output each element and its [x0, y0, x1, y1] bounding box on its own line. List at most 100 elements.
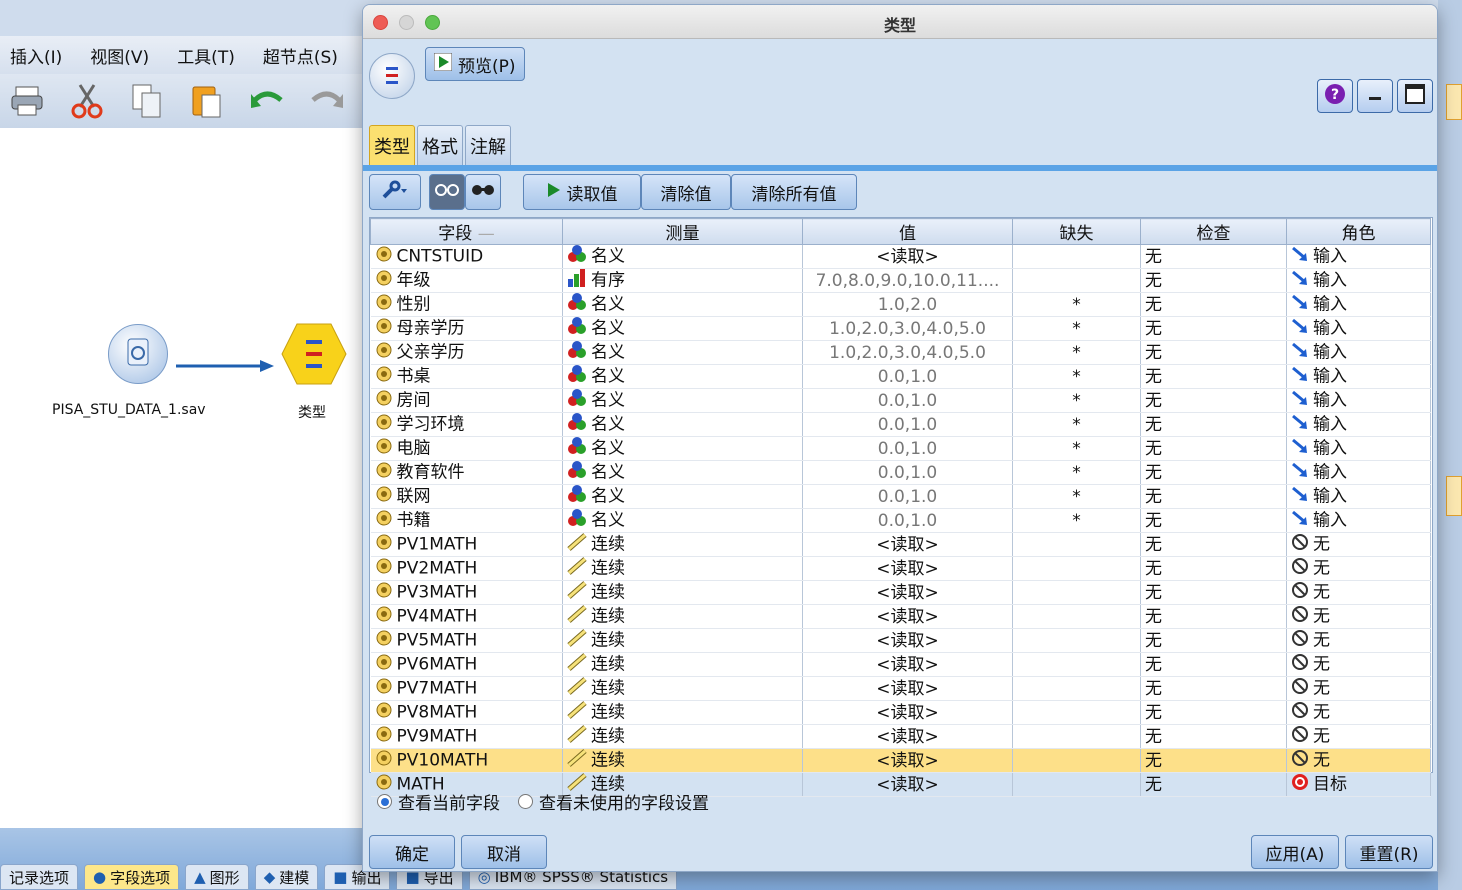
table-row[interactable]: 教育软件 名义 0.0,1.0 * 无输入: [370, 460, 1431, 485]
cell-measure[interactable]: 连续: [562, 556, 803, 581]
menu-tools[interactable]: 工具(T): [177, 43, 235, 68]
cell-missing[interactable]: [1012, 244, 1141, 269]
cell-measure[interactable]: 连续: [562, 700, 803, 725]
read-values-button[interactable]: 读取值: [523, 174, 641, 210]
table-row[interactable]: 书籍 名义 0.0,1.0 * 无输入: [370, 508, 1431, 533]
tab-format[interactable]: 格式: [417, 125, 463, 165]
cell-measure[interactable]: 名义: [562, 412, 803, 437]
cell-role[interactable]: 输入: [1286, 508, 1431, 533]
cell-role[interactable]: 输入: [1286, 460, 1431, 485]
cell-missing[interactable]: [1012, 748, 1141, 773]
cell-role[interactable]: 无: [1286, 748, 1431, 773]
cell-field[interactable]: PV1MATH: [370, 532, 563, 557]
cell-missing[interactable]: *: [1012, 292, 1141, 317]
menu-supernode[interactable]: 超节点(S): [263, 43, 338, 68]
cell-role[interactable]: 无: [1286, 580, 1431, 605]
cell-missing[interactable]: [1012, 676, 1141, 701]
menu-insert[interactable]: 插入(I): [10, 43, 62, 68]
preview-button[interactable]: 预览(P): [425, 47, 525, 81]
cell-measure[interactable]: 连续: [562, 724, 803, 749]
cell-role[interactable]: 输入: [1286, 340, 1431, 365]
cell-field[interactable]: PV3MATH: [370, 580, 563, 605]
clear-values-button[interactable]: 清除值: [641, 174, 731, 210]
type-table-container[interactable]: 字段 — 测量 值 缺失 检查 角色 CNTSTUID 名义 <读取> 无输入 年级 有序…: [369, 217, 1433, 797]
cell-missing[interactable]: [1012, 772, 1141, 797]
cell-values[interactable]: <读取>: [802, 724, 1013, 749]
cell-values[interactable]: <读取>: [802, 700, 1013, 725]
cell-measure[interactable]: 名义: [562, 244, 803, 269]
cell-role[interactable]: 输入: [1286, 316, 1431, 341]
cell-missing[interactable]: *: [1012, 316, 1141, 341]
cell-missing[interactable]: *: [1012, 508, 1141, 533]
print-icon[interactable]: [8, 82, 46, 120]
cell-missing[interactable]: *: [1012, 364, 1141, 389]
cell-check[interactable]: 无: [1140, 508, 1287, 533]
cell-role[interactable]: 输入: [1286, 388, 1431, 413]
cell-missing[interactable]: [1012, 532, 1141, 557]
cell-role[interactable]: 输入: [1286, 484, 1431, 509]
view-unused-fields-radio[interactable]: 查看未使用的字段设置: [518, 789, 709, 814]
cell-check[interactable]: 无: [1140, 772, 1287, 797]
show-fields-toggle[interactable]: [429, 174, 465, 210]
cell-check[interactable]: 无: [1140, 268, 1287, 293]
cell-measure[interactable]: 有序: [562, 268, 803, 293]
cell-missing[interactable]: [1012, 724, 1141, 749]
apply-button[interactable]: 应用(A): [1251, 835, 1339, 869]
table-row[interactable]: PV3MATH 连续 <读取> 无无: [370, 580, 1431, 605]
cell-values[interactable]: <读取>: [802, 628, 1013, 653]
cell-measure[interactable]: 名义: [562, 436, 803, 461]
cell-missing[interactable]: *: [1012, 340, 1141, 365]
cell-check[interactable]: 无: [1140, 676, 1287, 701]
cell-role[interactable]: 无: [1286, 556, 1431, 581]
table-row[interactable]: 年级 有序 7.0,8.0,9.0,10.0,11.... 无输入: [370, 268, 1431, 293]
view-current-fields-radio[interactable]: 查看当前字段: [377, 789, 500, 814]
clear-all-values-button[interactable]: 清除所有值: [731, 174, 857, 210]
cell-missing[interactable]: [1012, 628, 1141, 653]
cell-field[interactable]: 房间: [370, 388, 563, 413]
cell-measure[interactable]: 连续: [562, 580, 803, 605]
table-row[interactable]: PV9MATH 连续 <读取> 无无: [370, 724, 1431, 749]
cell-check[interactable]: 无: [1140, 316, 1287, 341]
cell-values[interactable]: <读取>: [802, 580, 1013, 605]
redo-icon[interactable]: [308, 82, 346, 120]
cell-field[interactable]: PV8MATH: [370, 700, 563, 725]
cell-measure[interactable]: 名义: [562, 508, 803, 533]
table-row[interactable]: 房间 名义 0.0,1.0 * 无输入: [370, 388, 1431, 413]
column-header-values[interactable]: 值: [802, 218, 1013, 245]
cell-measure[interactable]: 名义: [562, 364, 803, 389]
cell-role[interactable]: 输入: [1286, 292, 1431, 317]
cell-check[interactable]: 无: [1140, 460, 1287, 485]
cell-values[interactable]: 0.0,1.0: [802, 460, 1013, 485]
tab-types[interactable]: 类型: [369, 125, 415, 165]
reset-button[interactable]: 重置(R): [1345, 835, 1433, 869]
table-row[interactable]: PV4MATH 连续 <读取> 无无: [370, 604, 1431, 629]
menu-view[interactable]: 视图(V): [90, 43, 149, 68]
table-row[interactable]: PV7MATH 连续 <读取> 无无: [370, 676, 1431, 701]
column-header-role[interactable]: 角色: [1286, 218, 1431, 245]
cell-values[interactable]: <读取>: [802, 748, 1013, 773]
cell-role[interactable]: 无: [1286, 700, 1431, 725]
table-row[interactable]: 电脑 名义 0.0,1.0 * 无输入: [370, 436, 1431, 461]
table-row[interactable]: PV6MATH 连续 <读取> 无无: [370, 652, 1431, 677]
cell-missing[interactable]: *: [1012, 460, 1141, 485]
cell-role[interactable]: 输入: [1286, 244, 1431, 269]
table-row[interactable]: 性别 名义 1.0,2.0 * 无输入: [370, 292, 1431, 317]
table-row[interactable]: CNTSTUID 名义 <读取> 无输入: [370, 244, 1431, 269]
cell-measure[interactable]: 名义: [562, 340, 803, 365]
cell-role[interactable]: 无: [1286, 604, 1431, 629]
cell-check[interactable]: 无: [1140, 340, 1287, 365]
cell-missing[interactable]: [1012, 556, 1141, 581]
cell-values[interactable]: 0.0,1.0: [802, 436, 1013, 461]
cell-values[interactable]: 1.0,2.0,3.0,4.0,5.0: [802, 316, 1013, 341]
cell-role[interactable]: 输入: [1286, 412, 1431, 437]
cell-check[interactable]: 无: [1140, 412, 1287, 437]
cell-field[interactable]: 年级: [370, 268, 563, 293]
stream-canvas[interactable]: PISA_STU_DATA_1.sav 类型: [0, 128, 370, 828]
cell-check[interactable]: 无: [1140, 484, 1287, 509]
cell-check[interactable]: 无: [1140, 388, 1287, 413]
tools-menu-button[interactable]: [369, 174, 421, 210]
cell-field[interactable]: PV4MATH: [370, 604, 563, 629]
cell-field[interactable]: 母亲学历: [370, 316, 563, 341]
table-row[interactable]: PV8MATH 连续 <读取> 无无: [370, 700, 1431, 725]
source-node[interactable]: [108, 324, 168, 384]
